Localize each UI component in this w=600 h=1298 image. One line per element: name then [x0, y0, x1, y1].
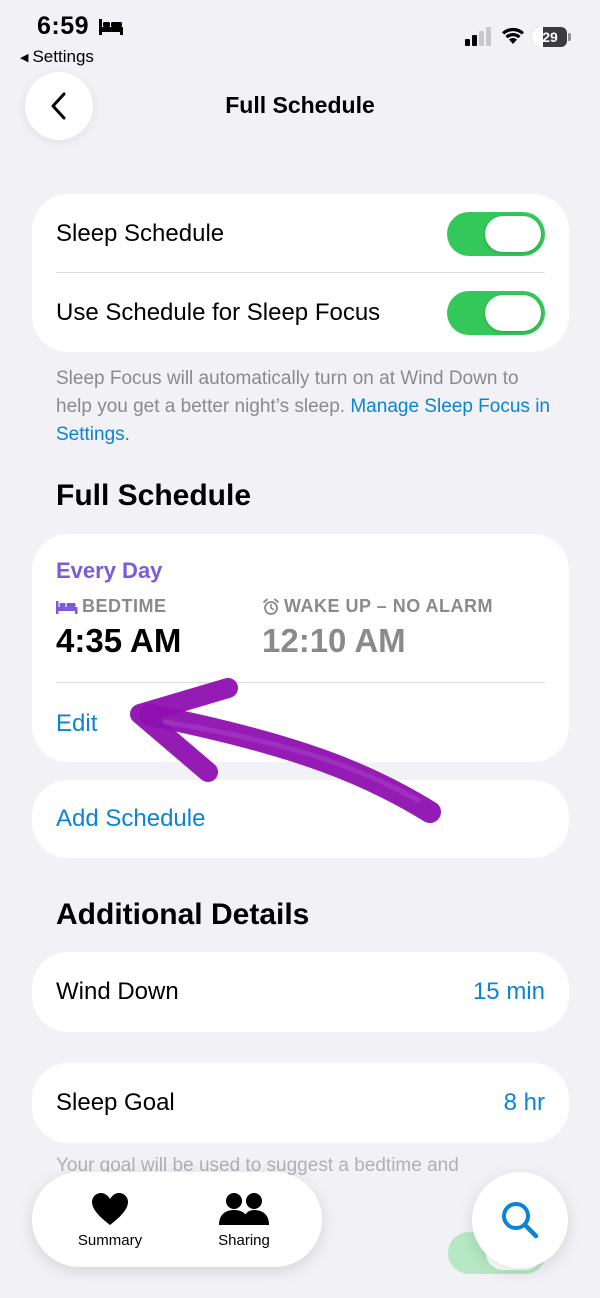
tab-sharing[interactable]: Sharing	[204, 1192, 284, 1249]
sleep-focus-toggle[interactable]	[447, 291, 545, 335]
bed-icon	[99, 19, 123, 35]
divider	[56, 272, 545, 273]
wake-value: 12:10 AM	[262, 622, 406, 659]
cellular-signal-icon	[465, 27, 491, 46]
status-bar: 6:59 ◀ Settings 29	[0, 0, 600, 70]
heart-icon	[92, 1193, 128, 1225]
focus-footnote: Sleep Focus will automatically turn on a…	[56, 365, 556, 449]
sleep-goal-label: Sleep Goal	[56, 1089, 175, 1116]
battery-icon: 29	[533, 27, 571, 47]
page-title: Full Schedule	[225, 92, 375, 118]
sleep-schedule-toggle[interactable]	[447, 212, 545, 256]
back-to-app-link[interactable]: ◀ Settings	[20, 47, 94, 67]
search-button[interactable]	[472, 1172, 568, 1268]
add-schedule-label: Add Schedule	[56, 805, 206, 832]
search-icon	[502, 1202, 539, 1239]
tab-sharing-label: Sharing	[218, 1232, 270, 1249]
people-icon	[219, 1193, 269, 1225]
sleep-focus-label: Use Schedule for Sleep Focus	[56, 299, 381, 326]
sleep-schedule-row: Sleep Schedule	[56, 212, 545, 256]
edit-schedule-button[interactable]: Edit	[56, 704, 545, 744]
schedule-card: Every Day BEDTIME 4:35 AM WAKE UP – NO A…	[32, 534, 569, 762]
focus-settings-card: Sleep Schedule Use Schedule for Sleep Fo…	[32, 194, 569, 352]
edit-label: Edit	[56, 710, 98, 737]
bedtime-label: BEDTIME	[56, 596, 167, 617]
wifi-icon	[502, 27, 524, 44]
tab-summary-label: Summary	[77, 1232, 143, 1249]
tab-summary[interactable]: Summary	[70, 1192, 150, 1249]
wind-down-value: 15 min	[472, 978, 545, 1005]
wind-down-label: Wind Down	[56, 978, 179, 1005]
sleep-goal-value: 8 hr	[503, 1089, 545, 1116]
sleep-schedule-label: Sleep Schedule	[56, 220, 225, 247]
bedtime-value: 4:35 AM	[56, 622, 182, 659]
divider	[56, 682, 545, 683]
battery-level: 29	[542, 29, 558, 45]
wake-label: WAKE UP – NO ALARM	[262, 596, 493, 617]
alarm-clock-icon	[263, 598, 279, 615]
back-app-label: Settings	[32, 47, 94, 66]
status-time: 6:59	[37, 12, 90, 40]
tab-bar: Summary Sharing	[32, 1172, 322, 1267]
sleep-goal-row[interactable]: Sleep Goal 8 hr	[32, 1063, 569, 1143]
bed-icon	[56, 600, 78, 614]
sleep-focus-row: Use Schedule for Sleep Focus	[56, 291, 545, 335]
add-schedule-button[interactable]: Add Schedule	[32, 780, 569, 858]
full-schedule-heading: Full Schedule	[56, 479, 252, 512]
wind-down-row[interactable]: Wind Down 15 min	[32, 952, 569, 1032]
additional-details-heading: Additional Details	[56, 898, 310, 931]
schedule-days: Every Day	[56, 558, 163, 583]
